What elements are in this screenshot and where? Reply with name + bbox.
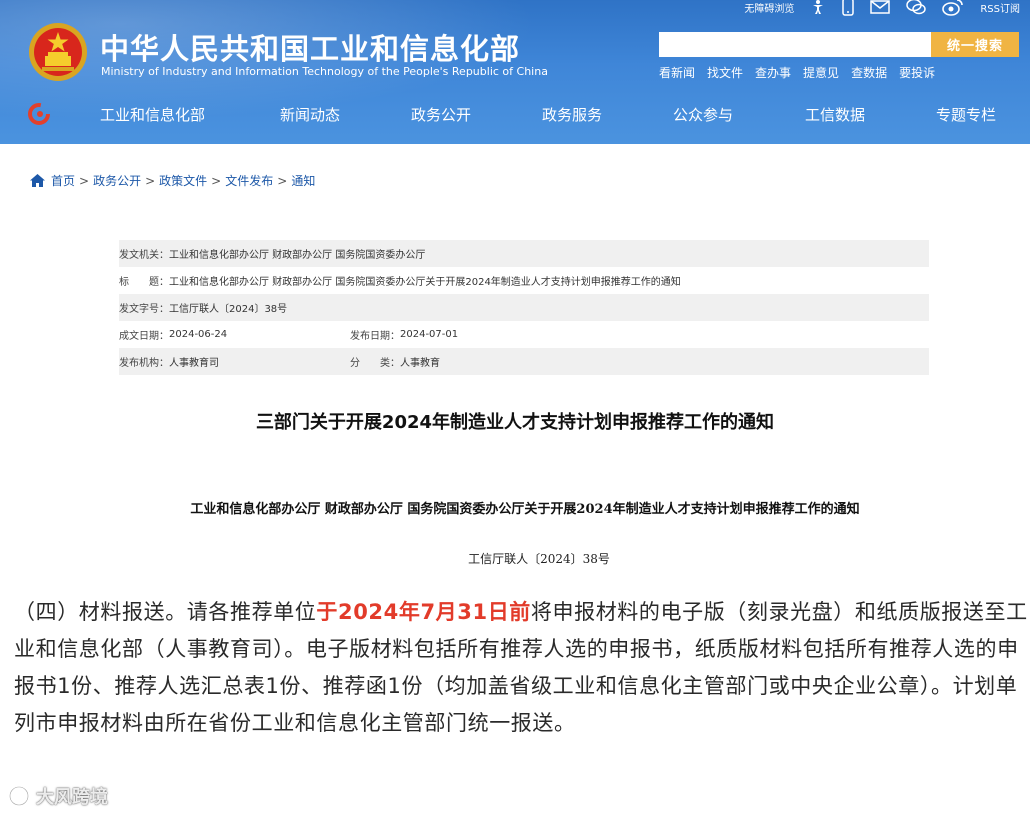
nav-item-ministry[interactable]: 工业和信息化部	[100, 104, 205, 125]
national-emblem-icon[interactable]	[28, 22, 88, 82]
info-row-doc-number: 发文字号： 工信厅联人〔2024〕38号	[119, 294, 929, 321]
breadcrumb-home[interactable]: 首页	[51, 172, 75, 189]
deadline-highlight: 于2024年7月31日前	[316, 600, 531, 624]
watermark-logo-icon	[9, 786, 29, 806]
nav-item-news[interactable]: 新闻动态	[280, 104, 340, 125]
breadcrumb-notice[interactable]: 通知	[291, 172, 315, 189]
rss-link[interactable]: RSS订阅	[980, 0, 1020, 15]
watermark: 大风跨境	[8, 783, 108, 809]
wechat-icon[interactable]	[906, 0, 927, 16]
site-title[interactable]: 中华人民共和国工业和信息化部	[100, 26, 520, 68]
nav-item-topics[interactable]: 专题专栏	[936, 104, 996, 125]
site-subtitle: Ministry of Industry and Information Tec…	[101, 65, 548, 78]
quick-link-documents[interactable]: 找文件	[707, 64, 743, 81]
breadcrumb-public-affairs[interactable]: 政务公开	[93, 172, 141, 189]
nav-item-participation[interactable]: 公众参与	[673, 104, 733, 125]
nav-item-services[interactable]: 政务服务	[542, 104, 602, 125]
document-paragraph: （四）材料报送。请各推荐单位于2024年7月31日前将申报材料的电子版（刻录光盘…	[14, 600, 1028, 735]
quick-link-services[interactable]: 查办事	[755, 64, 791, 81]
title-value: 工业和信息化部办公厅 财政部办公厅 国务院国资委办公厅关于开展2024年制造业人…	[169, 277, 681, 288]
home-icon[interactable]	[30, 174, 45, 187]
document-title: 三部门关于开展2024年制造业人才支持计划申报推荐工作的通知	[255, 412, 775, 433]
site-header: 中华人民共和国工业和信息化部 Ministry of Industry and …	[0, 0, 1030, 144]
accessibility-icon[interactable]	[810, 0, 826, 15]
breadcrumb-policy-documents[interactable]: 政策文件	[159, 172, 207, 189]
quick-link-complaint[interactable]: 要投诉	[899, 64, 935, 81]
doc-number-value: 工信厅联人〔2024〕38号	[169, 304, 288, 315]
nav-item-public-affairs[interactable]: 政务公开	[411, 104, 471, 125]
search-input[interactable]	[659, 32, 931, 57]
ministry-logo-icon[interactable]	[28, 103, 50, 125]
quick-link-data[interactable]: 查数据	[851, 64, 887, 81]
info-row-org: 发布机构： 人事教育司 分 类： 人事教育	[119, 348, 929, 375]
top-utility-bar: 无障碍浏览 RSS订阅	[744, 0, 1020, 16]
info-row-issuer: 发文机关： 工业和信息化部办公厅 财政部办公厅 国务院国资委办公厅	[119, 240, 929, 267]
search-button[interactable]: 统一搜索	[931, 32, 1019, 57]
watermark-text: 大风跨境	[36, 787, 108, 808]
nav-item-data[interactable]: 工信数据	[805, 104, 865, 125]
created-date-value: 2024-06-24	[169, 329, 228, 340]
document-heading: 工业和信息化部办公厅 财政部办公厅 国务院国资委办公厅关于开展2024年制造业人…	[190, 502, 860, 517]
info-row-title: 标 题： 工业和信息化部办公厅 财政部办公厅 国务院国资委办公厅关于开展2024…	[119, 267, 929, 294]
email-icon[interactable]	[870, 0, 891, 14]
org-value: 人事教育司	[169, 358, 219, 369]
breadcrumb-document-release[interactable]: 文件发布	[225, 172, 273, 189]
info-row-dates: 成文日期： 2024-06-24 发布日期： 2024-07-01	[119, 329, 459, 342]
main-nav: 工业和信息化部 新闻动态 政务公开 政务服务 公众参与 工信数据 专题专栏	[84, 100, 1030, 130]
mobile-icon[interactable]	[842, 0, 855, 16]
issuer-value: 工业和信息化部办公厅 财政部办公厅 国务院国资委办公厅	[169, 250, 426, 261]
accessibility-link[interactable]: 无障碍浏览	[744, 0, 794, 15]
document-info-table: 发文机关： 工业和信息化部办公厅 财政部办公厅 国务院国资委办公厅 标 题： 工…	[119, 240, 929, 375]
quick-link-news[interactable]: 看新闻	[659, 64, 695, 81]
quick-links: 看新闻 找文件 查办事 提意见 查数据 要投诉	[659, 64, 935, 81]
breadcrumb: 首页 > 政务公开 > 政策文件 > 文件发布 > 通知	[30, 172, 315, 189]
weibo-icon[interactable]	[942, 0, 964, 16]
document-number: 工信厅联人〔2024〕38号	[468, 552, 610, 566]
published-date-value: 2024-07-01	[400, 329, 459, 340]
quick-link-feedback[interactable]: 提意见	[803, 64, 839, 81]
category-value: 人事教育	[400, 358, 440, 369]
